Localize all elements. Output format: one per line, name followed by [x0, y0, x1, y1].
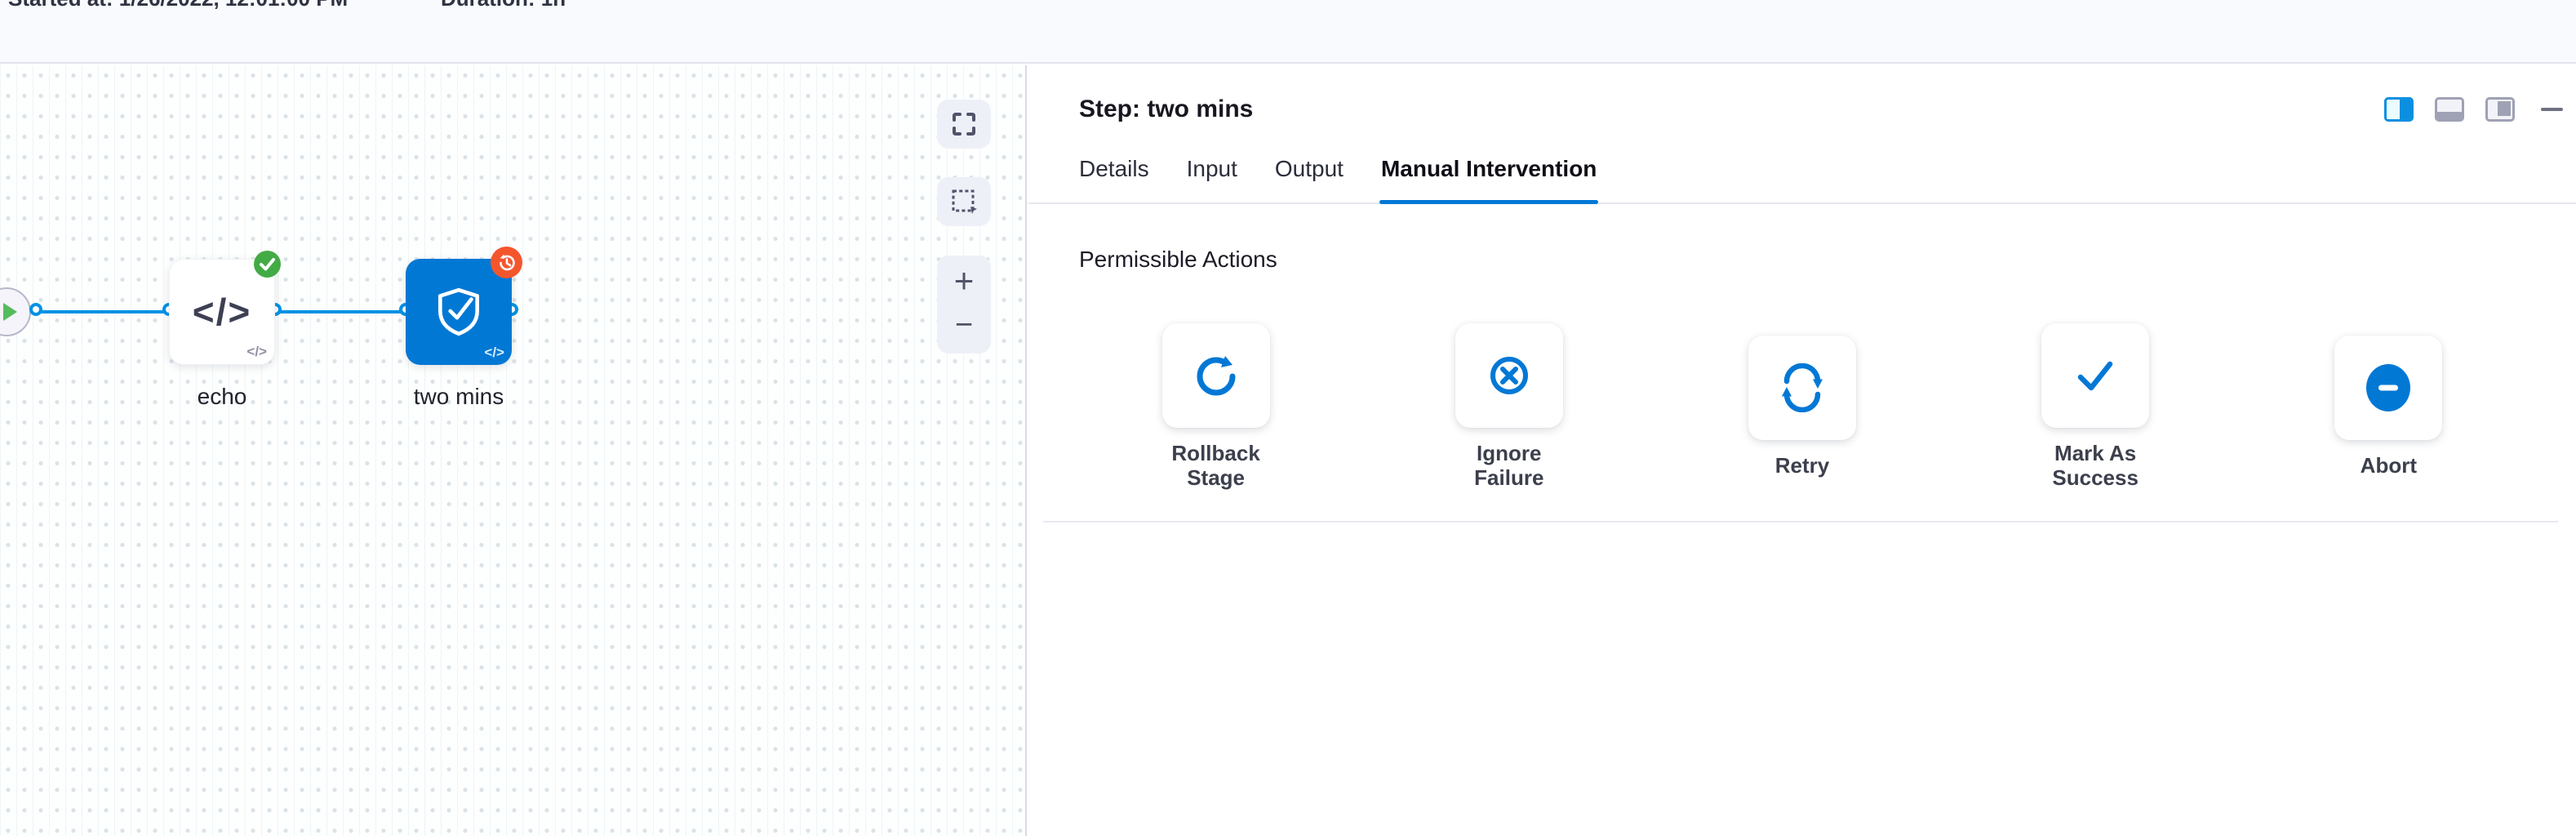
panel-header: Step: two mins — [1028, 65, 2576, 126]
step-node-two-mins[interactable]: </> — [406, 259, 512, 365]
script-type-icon: </> — [484, 345, 504, 361]
tab-details[interactable]: Details — [1079, 155, 1149, 202]
fit-to-view-button[interactable] — [937, 100, 991, 149]
right-panel-view-icon[interactable] — [2485, 97, 2515, 122]
rollback-stage-action[interactable]: Rollback Stage — [1155, 323, 1277, 490]
retry-icon — [1778, 363, 1827, 412]
success-badge-icon — [254, 251, 281, 278]
tab-input[interactable]: Input — [1187, 155, 1237, 202]
step-panel-tabs: Details Input Output Manual Intervention — [1028, 155, 2576, 204]
code-tags-icon: </> — [193, 290, 252, 334]
tab-output[interactable]: Output — [1275, 155, 1344, 202]
connector-dot — [29, 303, 42, 316]
permissible-actions-title: Permissible Actions — [1079, 245, 2543, 274]
rollback-stage-icon — [1192, 351, 1241, 400]
zoom-controls: + − — [937, 256, 991, 354]
zoom-in-button[interactable]: + — [954, 262, 975, 300]
section-divider — [1043, 521, 2558, 522]
split-view-icon[interactable] — [2384, 97, 2414, 122]
pipeline-canvas[interactable]: </> </> echo </> two mins — [0, 65, 1027, 836]
shield-check-icon — [433, 285, 484, 339]
pipeline-start-node[interactable] — [0, 287, 31, 336]
mark-as-success-icon — [2071, 351, 2120, 400]
script-type-icon: </> — [246, 344, 267, 360]
step-label-echo: echo — [161, 384, 283, 410]
edge-echo-to-twomins — [278, 310, 406, 314]
duration-text: Duration: 1h — [441, 0, 566, 11]
edge-start-to-echo — [41, 310, 170, 314]
step-label-two-mins: two mins — [398, 384, 520, 410]
retry-action[interactable]: Retry — [1741, 336, 1863, 478]
step-node-echo[interactable]: </> </> — [169, 259, 275, 365]
permissible-actions-row: Rollback Stage Retry Ignore Failure — [1069, 323, 2535, 490]
fit-to-view-icon — [951, 111, 977, 137]
step-details-panel: Step: two mins Details Input Output Manu… — [1028, 65, 2576, 836]
abort-action[interactable]: Abort — [2327, 336, 2449, 478]
panel-view-controls — [2384, 97, 2563, 122]
ignore-failure-icon — [1485, 351, 1534, 400]
bottom-panel-view-icon[interactable] — [2435, 97, 2464, 122]
manual-intervention-content: Permissible Actions Rollback Stage — [1028, 204, 2576, 490]
ignore-failure-action[interactable]: Retry Ignore Failure — [1448, 323, 1570, 490]
panel-title: Step: two mins — [1079, 93, 1253, 126]
zoom-out-button[interactable]: − — [955, 306, 973, 344]
play-icon — [3, 303, 17, 321]
mark-as-success-action[interactable]: Mark As Success — [2034, 323, 2156, 490]
marquee-select-icon — [950, 188, 978, 216]
timeout-badge-icon — [491, 247, 522, 278]
started-at-text: Started at: 1/26/2022, 12:01:00 PM — [8, 0, 348, 11]
abort-icon — [2363, 362, 2414, 414]
execution-topbar: Started at: 1/26/2022, 12:01:00 PM Durat… — [0, 0, 2576, 64]
tab-manual-intervention[interactable]: Manual Intervention — [1381, 155, 1597, 202]
minimize-icon[interactable] — [2541, 108, 2563, 111]
marquee-select-button[interactable] — [937, 177, 991, 226]
